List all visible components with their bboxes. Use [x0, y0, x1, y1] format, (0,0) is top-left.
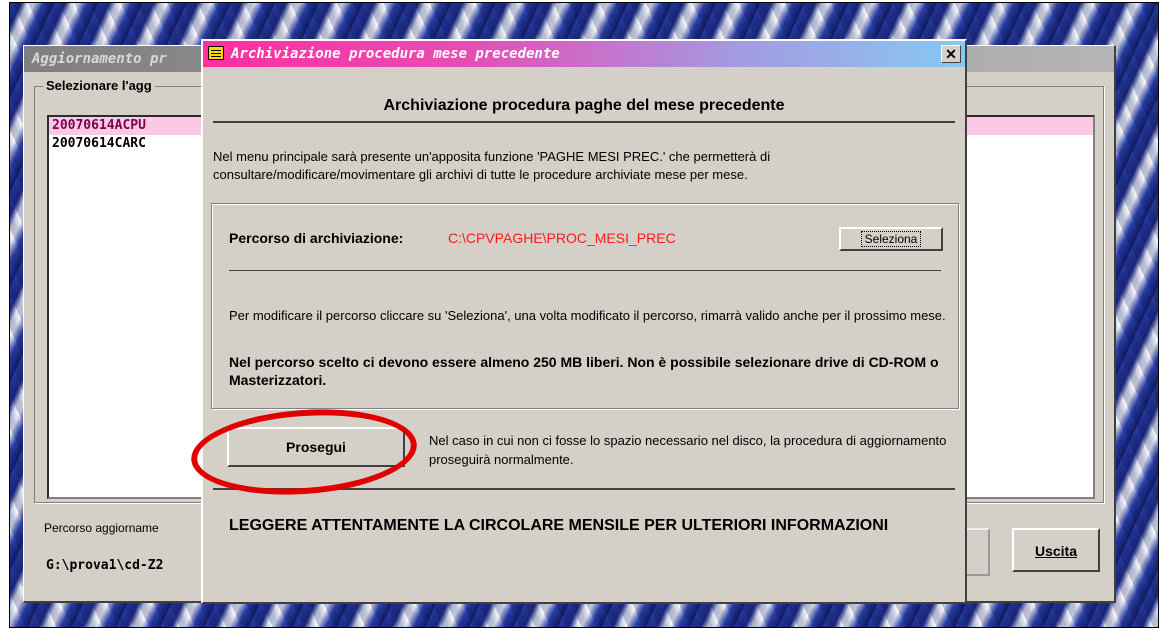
window-icon: [208, 46, 224, 60]
group-label: Selezionare l'agg: [43, 78, 155, 93]
close-button[interactable]: ✕: [941, 45, 961, 63]
archive-path-label: Percorso di archiviazione:: [229, 230, 404, 246]
dialog-titlebar: Archiviazione procedura mese precedente …: [203, 41, 965, 67]
divider: [229, 270, 941, 271]
select-path-button[interactable]: Seleziona: [839, 227, 943, 251]
change-path-note: Per modificare il percorso cliccare su '…: [229, 308, 946, 323]
select-path-label: Seleziona: [860, 231, 922, 247]
dialog-description: Nel menu principale sarà presente un'app…: [213, 149, 771, 182]
update-path-label: Percorso aggiorname: [44, 521, 159, 535]
close-icon: ✕: [945, 46, 957, 62]
archive-path-value: C:\CPVPAGHE\PROC_MESI_PREC: [448, 230, 676, 246]
exit-button[interactable]: Uscita: [1012, 528, 1100, 572]
footer-warning: LEGGERE ATTENTAMENTE LA CIRCOLARE MENSIL…: [229, 517, 889, 534]
exit-button-label: Uscita: [1034, 543, 1078, 559]
divider: [213, 121, 955, 123]
dialog-title: Archiviazione procedura mese precedente: [231, 46, 560, 62]
dialog-heading: Archiviazione procedura paghe del mese p…: [383, 97, 785, 114]
archive-dialog: Archiviazione procedura mese precedente …: [201, 39, 967, 604]
space-warning: Nel percorso scelto ci devono essere alm…: [229, 354, 939, 388]
update-path-value: G:\prova1\cd-Z2: [46, 558, 164, 573]
archive-path-panel: Percorso di archiviazione: C:\CPVPAGHE\P…: [211, 203, 959, 409]
continue-note: Nel caso in cui non ci fosse lo spazio n…: [429, 433, 947, 467]
